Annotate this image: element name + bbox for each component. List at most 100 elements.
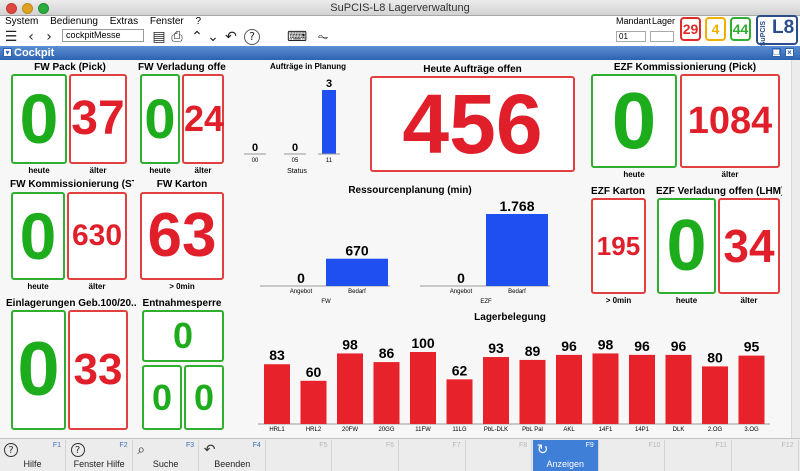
bar-11FW [410, 352, 436, 424]
bar-value-label: 60 [306, 364, 322, 380]
widget-title-einlagerungen: Einlagerungen Geb.100/20... [6, 298, 136, 309]
menu-system[interactable]: System [5, 16, 38, 27]
tick-label: 20FW [342, 427, 358, 433]
fw-pack-aelter-tile[interactable]: 37 [69, 74, 127, 164]
back-icon[interactable]: ‹ [22, 29, 40, 45]
bar-HRL1 [264, 364, 290, 424]
fkey-f12[interactable]: F12 [733, 440, 799, 471]
einlagerungen-heute-tile[interactable]: 0 [11, 310, 66, 430]
keyboard-icon[interactable]: ⌨ [286, 29, 308, 45]
tick-label: HRL2 [306, 427, 322, 433]
ezf-verladung-heute-tile[interactable]: 0 [657, 198, 716, 294]
cockpit-name-input[interactable]: cockpitMesse [62, 29, 144, 42]
menu-fenster[interactable]: Fenster [150, 16, 184, 27]
panel-menu-icon[interactable]: ▾ [3, 48, 12, 57]
heute-auftraege-tile[interactable]: 456 [370, 76, 575, 172]
tick-label: Angebot [450, 289, 473, 295]
panel-restore-icon[interactable]: ❐ [772, 48, 781, 57]
entnahmesperre-left-tile[interactable]: 0 [142, 365, 182, 430]
print-icon[interactable]: ⎙ [168, 29, 186, 45]
bar-value-label: 3 [326, 78, 332, 90]
fkey-number: F1 [52, 442, 61, 449]
vertical-scrollbar[interactable] [791, 60, 800, 438]
entnahmesperre-right-tile[interactable]: 0 [184, 365, 224, 430]
caption-heute: heute [28, 166, 50, 175]
fkey-f1[interactable]: F1? Hilfe [0, 440, 66, 471]
fkey-label: Anzeigen [546, 459, 585, 469]
maximize-window-icon[interactable] [38, 3, 49, 14]
fw-pack-heute-tile[interactable]: 0 [11, 74, 67, 164]
fkey-f10[interactable]: F10 [599, 440, 666, 471]
einlagerungen-aelter-tile[interactable]: 33 [68, 310, 128, 430]
fw-verladung-heute-tile[interactable]: 0 [140, 74, 180, 164]
bar-3.OG [738, 355, 765, 424]
ezf-komm-heute-tile[interactable]: 0 [591, 74, 677, 168]
fkey-f9[interactable]: F9 ↻ Anzeigen [532, 440, 599, 471]
bar-value-label: 0 [457, 270, 465, 286]
caption-karton: > 0min [169, 282, 195, 291]
tick-label: 3.OG [744, 427, 759, 433]
ezf-komm-aelter-tile[interactable]: 1084 [680, 74, 780, 168]
tick-label: HRL1 [269, 427, 285, 433]
widget-title-fw-pack: FW Pack (Pick) [34, 62, 106, 73]
mandant-field[interactable]: 01 [616, 31, 646, 42]
fkey-number: F8 [519, 442, 528, 449]
fkey-f6[interactable]: F6 [333, 440, 399, 471]
bar-value-label: 100 [411, 335, 435, 351]
menu-help[interactable]: ? [196, 16, 202, 27]
bar-value-label: 80 [707, 349, 723, 365]
widget-title-fw-verladung: FW Verladung offe... [138, 62, 226, 73]
fw-komm-aelter-tile[interactable]: 630 [67, 192, 127, 280]
fkey-f4[interactable]: F4 ↶ Beenden [200, 440, 266, 471]
fw-verladung-aelter-tile[interactable]: 24 [182, 74, 224, 164]
lager-field[interactable] [650, 31, 674, 42]
fkey-number: F5 [319, 442, 328, 449]
fkey-f8[interactable]: F8 [466, 440, 533, 471]
caption-heute: heute [27, 282, 49, 291]
bar-value-label: 96 [634, 338, 650, 354]
ezf-karton-tile[interactable]: 195 [591, 198, 646, 294]
chart-title-auftraege-planung: Aufträge in Planung [270, 62, 346, 71]
bar-value-label: 670 [345, 243, 369, 259]
status-badge-yellow[interactable]: 4 [705, 17, 726, 41]
bar-HRL2 [300, 380, 327, 424]
widget-title-ezf-karton: EZF Karton [591, 186, 645, 197]
fw-karton-tile[interactable]: 63 [140, 192, 224, 280]
fkey-f2[interactable]: F2? Fenster Hilfe [67, 440, 133, 471]
forward-icon[interactable]: › [40, 29, 58, 45]
fw-komm-heute-tile[interactable]: 0 [11, 192, 65, 280]
help-icon[interactable]: ? [244, 29, 260, 45]
tick-label: 05 [292, 158, 299, 164]
fkey-number: F3 [186, 442, 195, 449]
fkey-f7[interactable]: F7 [400, 440, 466, 471]
tick-label: PbL Pal [522, 427, 543, 433]
menu-icon[interactable]: ☰ [2, 29, 20, 45]
bar-PbL-DLK [483, 357, 509, 424]
fkey-f3[interactable]: F3 ⌕ Suche [133, 440, 200, 471]
undo-icon[interactable]: ↶ [222, 29, 240, 45]
bar-EZF-Bedarf [486, 214, 548, 286]
menu-extras[interactable]: Extras [110, 16, 138, 27]
tick-label: 00 [252, 158, 259, 164]
fkey-f11[interactable]: F11 [666, 440, 732, 471]
down-icon[interactable]: ⌄ [204, 29, 222, 45]
caption-aelter: älter [740, 296, 758, 305]
tick-label: 14P1 [635, 427, 650, 433]
tick-label: DLK [673, 427, 685, 433]
panel-close-icon[interactable]: × [785, 48, 794, 57]
pulse-icon[interactable]: ⏦ [314, 29, 332, 45]
ezf-verladung-aelter-tile[interactable]: 34 [718, 198, 780, 294]
minimize-window-icon[interactable] [22, 3, 33, 14]
bar-value-label: 96 [671, 338, 687, 354]
chart-ressourcenplanung: 0 Angebot 670 Bedarf FW 0 Angebot 1.768 Bedarf EZ… [260, 198, 550, 305]
menu-bedienung[interactable]: Bedienung [50, 16, 98, 27]
bar-2.OG [702, 366, 728, 424]
entnahmesperre-top-tile[interactable]: 0 [142, 310, 224, 362]
save-icon[interactable]: ▤ [150, 29, 168, 45]
status-badge-green[interactable]: 44 [730, 17, 751, 41]
chart-title-ressourcen: Ressourcenplanung (min) [348, 185, 472, 196]
close-window-icon[interactable] [6, 3, 17, 14]
status-badge-red[interactable]: 29 [680, 17, 701, 41]
fkey-f5[interactable]: F5 [266, 440, 333, 471]
tick-label: PbL-DLK [484, 427, 508, 433]
